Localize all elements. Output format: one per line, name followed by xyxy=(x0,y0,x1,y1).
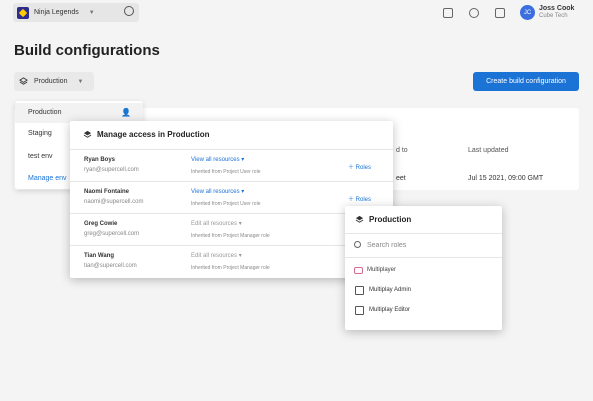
gear-icon[interactable] xyxy=(124,6,134,16)
table-header: d to xyxy=(396,147,408,154)
chevron-down-icon: ▼ xyxy=(88,9,95,16)
resource-access-select[interactable]: View all resources ▾ xyxy=(191,156,244,163)
inherited-note: Inherited from Project User role xyxy=(191,201,261,207)
page-title: Build configurations xyxy=(14,42,160,59)
user-row-name: Ryan Boys xyxy=(84,157,116,163)
notes-icon[interactable] xyxy=(443,8,453,18)
chevron-down-icon: ▼ xyxy=(77,78,84,85)
top-bar: Ninja Legends ▼ JC Joss Cook Cube Tech xyxy=(0,0,593,26)
role-checkbox[interactable] xyxy=(355,286,364,295)
project-logo xyxy=(17,6,29,19)
layers-icon xyxy=(355,215,364,223)
resource-access-select[interactable]: Edit all resources ▾ xyxy=(191,252,242,259)
resource-access-select[interactable]: View all resources ▾ xyxy=(191,188,244,195)
resource-access-label: Edit all resources xyxy=(191,253,238,259)
dropdown-item-test-env[interactable]: test env xyxy=(28,153,53,160)
apps-grid-icon[interactable] xyxy=(495,8,505,18)
inherited-note: Inherited from Project User role xyxy=(191,169,261,175)
resource-access-label: View all resources xyxy=(191,189,240,195)
role-checkbox[interactable] xyxy=(355,306,364,315)
resource-access-select[interactable]: Edit all resources ▾ xyxy=(191,220,242,227)
resource-access-label: Edit all resources xyxy=(191,221,238,227)
environment-select-value: Production xyxy=(34,78,68,85)
user-row-name: Tian Wang xyxy=(84,253,114,259)
modal-title: Manage access in Production xyxy=(97,130,210,139)
search-icon xyxy=(354,241,361,248)
table-cell: Jul 15 2021, 09:00 GMT xyxy=(468,175,544,182)
table-header: Last updated xyxy=(468,147,509,154)
divider xyxy=(345,257,502,258)
help-icon[interactable] xyxy=(469,8,479,18)
user-row-email: naomi@supercell.com xyxy=(84,199,144,205)
user-name: Joss Cook xyxy=(539,5,575,12)
search-roles-input[interactable] xyxy=(367,239,492,251)
resource-access-label: View all resources xyxy=(191,157,240,163)
dropdown-item-manage-env[interactable]: Manage env xyxy=(28,175,67,182)
add-roles-label: Roles xyxy=(355,197,372,203)
dropdown-item-staging[interactable]: Staging xyxy=(28,130,52,137)
role-option-label: Multiplay Editor xyxy=(369,307,411,313)
create-build-configuration-button[interactable]: Create build configuration xyxy=(473,72,579,91)
gamepad-icon xyxy=(354,267,363,274)
layers-icon xyxy=(19,77,28,85)
environment-select[interactable]: Production ▼ xyxy=(14,72,94,91)
role-category: Multiplayer xyxy=(367,267,397,273)
layers-icon xyxy=(83,130,92,138)
user-row-name: Greg Cowie xyxy=(84,221,118,227)
popover-title: Production xyxy=(369,215,412,224)
dropdown-item-production[interactable]: Production xyxy=(28,109,61,116)
add-roles-button[interactable]: ＋ Roles xyxy=(348,194,371,203)
inherited-note: Inherited from Project Manager role xyxy=(191,233,270,239)
project-name: Ninja Legends xyxy=(34,9,79,16)
user-row-email: ryan@supercell.com xyxy=(84,167,139,173)
user-add-icon[interactable]: 👤 xyxy=(121,108,131,117)
user-org: Cube Tech xyxy=(539,13,568,19)
roles-popover: Production Multiplayer Multiplay Admin M… xyxy=(345,206,502,330)
project-selector[interactable]: Ninja Legends ▼ xyxy=(13,3,139,22)
inherited-note: Inherited from Project Manager role xyxy=(191,265,270,271)
user-row-email: greg@supercell.com xyxy=(84,231,140,237)
add-roles-button[interactable]: ＋ Roles xyxy=(348,162,371,171)
add-roles-label: Roles xyxy=(355,165,372,171)
user-row-name: Naomi Fontaine xyxy=(84,189,130,195)
avatar[interactable]: JC xyxy=(520,5,535,20)
role-option-label: Multiplay Admin xyxy=(369,287,412,293)
user-row: Ryan Boys ryan@supercell.com View all re… xyxy=(70,149,393,181)
divider xyxy=(345,233,502,234)
table-cell: eet xyxy=(396,175,406,182)
user-row-email: tian@supercell.com xyxy=(84,263,137,269)
